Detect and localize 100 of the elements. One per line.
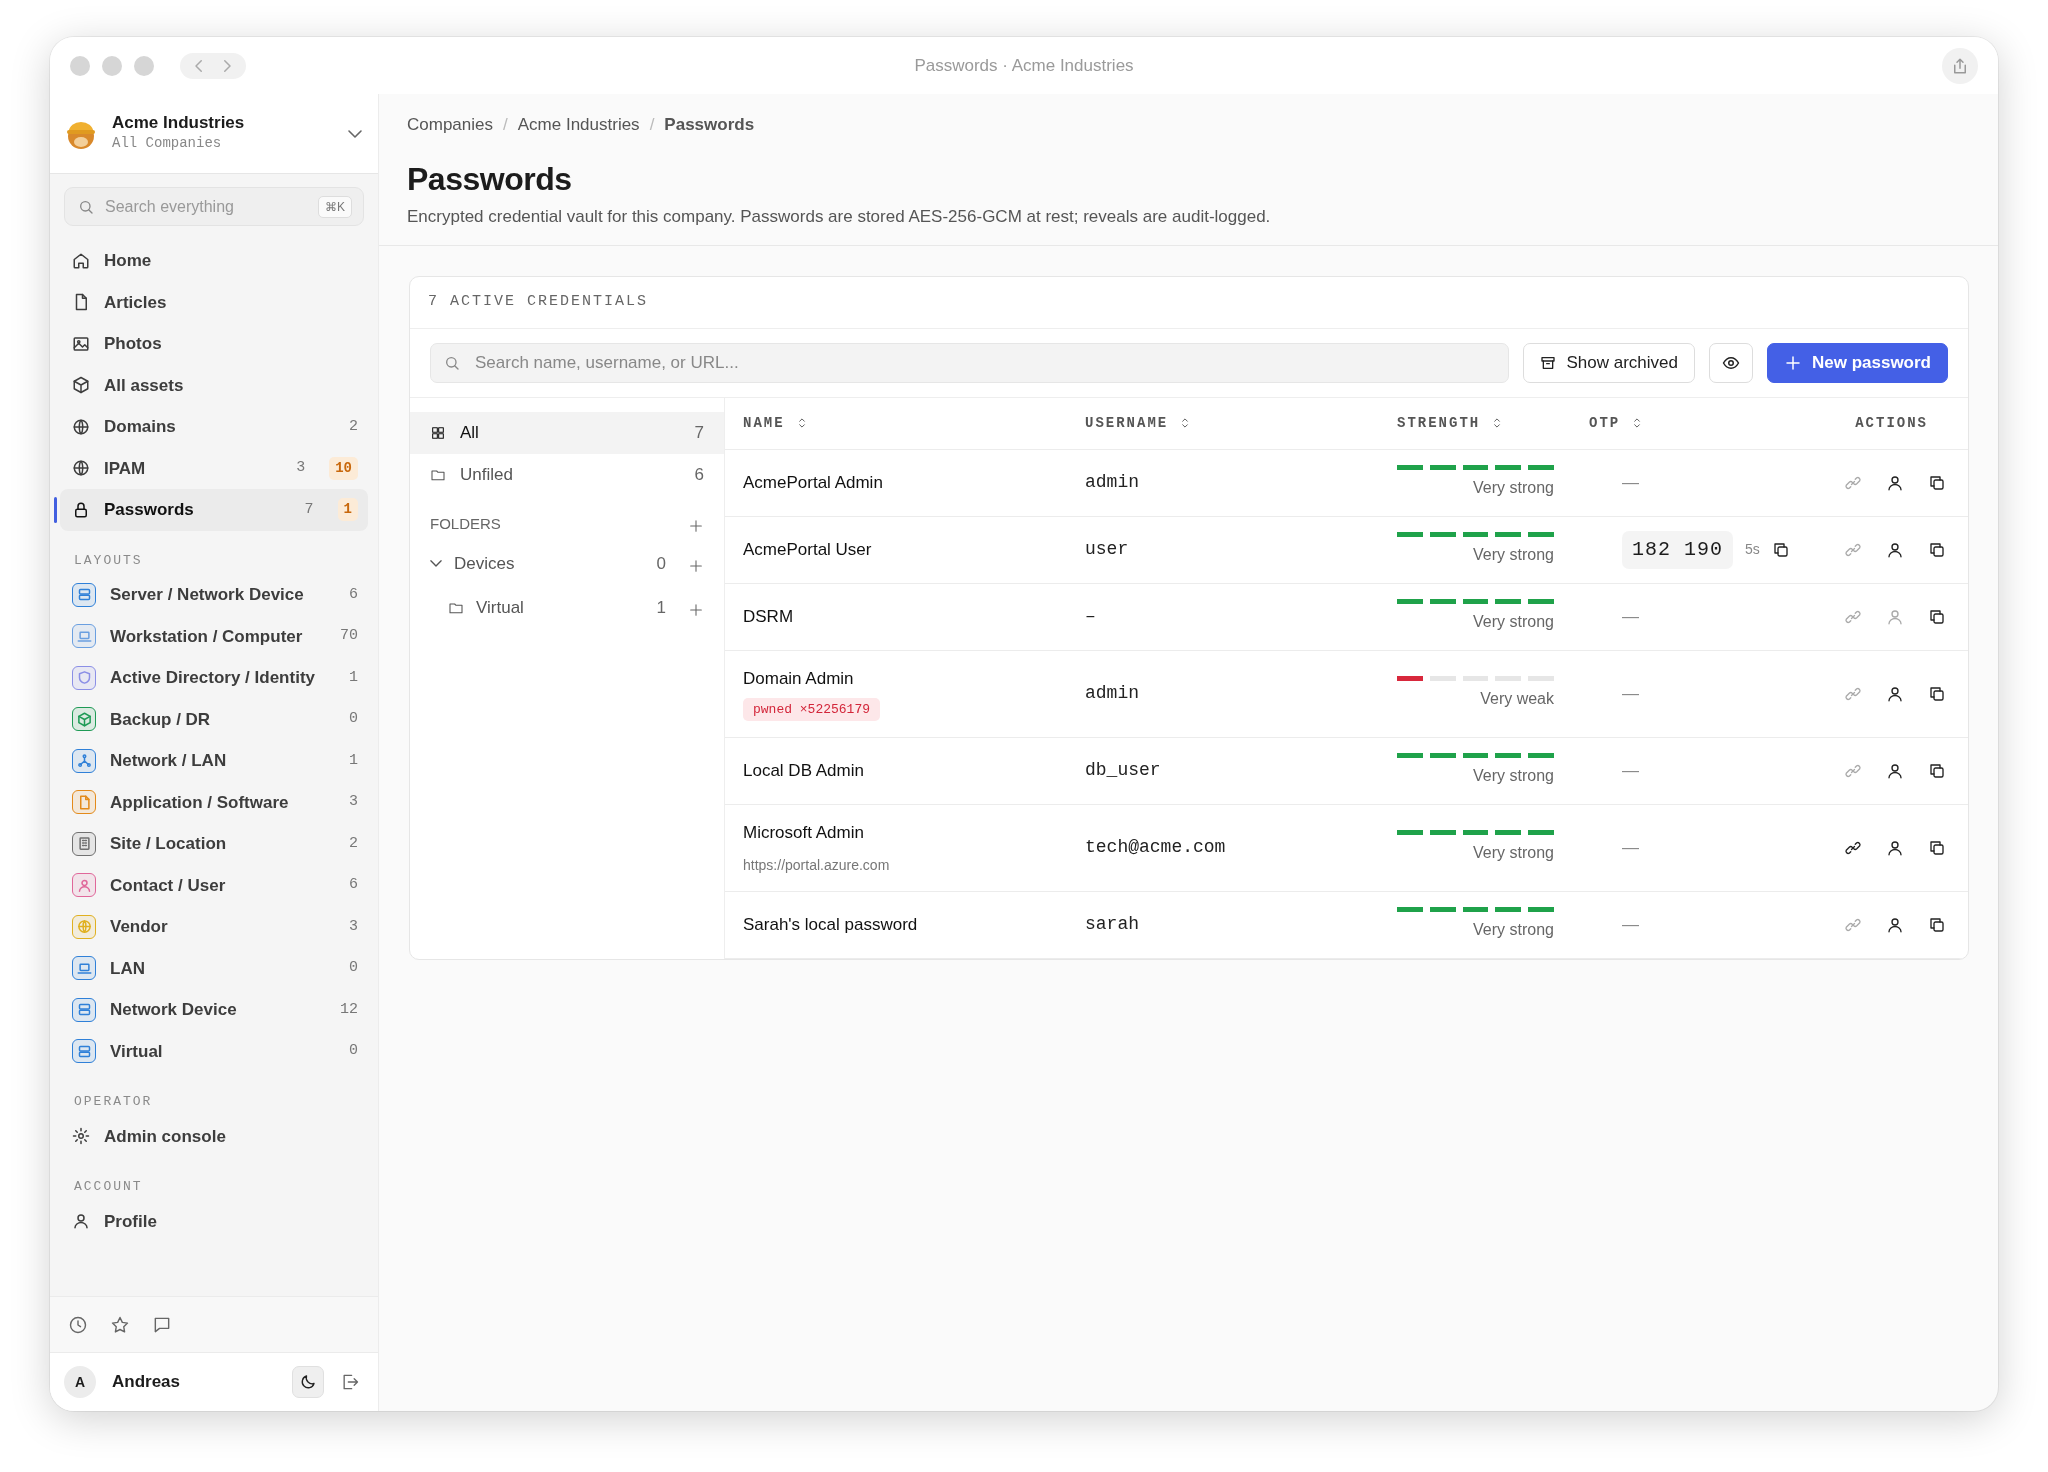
copy-action-button[interactable]	[1928, 607, 1946, 626]
nav-item[interactable]: Domains 2	[60, 406, 368, 448]
copy-action-button[interactable]	[1928, 684, 1946, 703]
user-action-button[interactable]	[1886, 838, 1904, 857]
breadcrumb-link[interactable]: Acme Industries	[517, 112, 640, 138]
username-text: db_user	[1085, 760, 1161, 781]
folder-item[interactable]: Virtual 1	[410, 585, 724, 630]
item-count: 3	[296, 458, 306, 478]
clock-icon	[68, 1314, 88, 1335]
copy-icon	[1928, 540, 1946, 559]
user-action-button[interactable]	[1886, 540, 1904, 559]
item-count: 0	[349, 1041, 358, 1061]
company-subtitle: All Companies	[112, 134, 223, 154]
folder-count: 1	[656, 597, 666, 620]
nav-item[interactable]: Articles	[60, 281, 368, 323]
user-icon	[1886, 607, 1904, 626]
otp-code: 182 190	[1622, 530, 1733, 569]
theme-toggle-button[interactable]	[292, 1366, 324, 1398]
layout-item[interactable]: Server / Network Device 6	[60, 574, 368, 616]
username-text: sarah	[1085, 914, 1139, 935]
column-header[interactable]: USERNAME	[1085, 412, 1169, 434]
user-action-button[interactable]	[1886, 473, 1904, 492]
nav-item[interactable]: Photos	[60, 323, 368, 365]
item-count: 1	[349, 667, 358, 688]
username-text: admin	[1085, 472, 1139, 493]
layout-item[interactable]: Network / LAN 1	[60, 740, 368, 782]
copy-icon	[1928, 473, 1946, 492]
layout-item[interactable]: Contact / User 6	[60, 864, 368, 906]
archive-icon	[1540, 354, 1557, 371]
show-archived-button[interactable]: Show archived	[1523, 342, 1695, 383]
share-icon	[1951, 56, 1969, 75]
item-count: 3	[349, 916, 358, 937]
item-count: 6	[349, 875, 358, 895]
layout-item[interactable]: LAN 0	[60, 947, 368, 989]
alert-count: 1	[337, 498, 358, 522]
strength-label: Very weak	[1479, 689, 1554, 710]
share-button[interactable]	[1942, 47, 1978, 84]
column-header[interactable]: OTP	[1589, 412, 1621, 434]
folder-item[interactable]: Unfiled 6	[410, 453, 724, 496]
strength-label: Very strong	[1472, 612, 1554, 633]
copy-otp-button[interactable]	[1771, 540, 1790, 559]
user-action-button[interactable]	[1886, 761, 1904, 780]
layout-item[interactable]: Backup / DR 0	[60, 698, 368, 740]
copy-action-button[interactable]	[1928, 838, 1946, 857]
breadcrumb-link[interactable]: Companies	[407, 112, 493, 138]
empty-otp: —	[1622, 606, 1639, 629]
layout-item[interactable]: Active Directory / Identity 1	[60, 657, 368, 699]
layout-item[interactable]: Site / Location 2	[60, 823, 368, 865]
plus-icon	[688, 601, 704, 618]
layout-item[interactable]: Application / Software 3	[60, 781, 368, 823]
username-text: –	[1085, 606, 1096, 627]
username-text: tech@acme.com	[1085, 837, 1226, 858]
copy-icon	[1928, 838, 1946, 857]
plus-icon	[1783, 353, 1802, 372]
search-field[interactable]: Search name, username, or URL...	[430, 342, 1510, 383]
window-title: Passwords · Acme Industries	[914, 55, 1134, 75]
history-button[interactable]	[68, 1314, 88, 1335]
credential-name[interactable]: Microsoft Admin	[743, 819, 1085, 846]
user-action-button[interactable]	[1886, 915, 1904, 934]
star-icon	[110, 1314, 130, 1335]
copy-action-button[interactable]	[1928, 473, 1946, 492]
credential-name[interactable]: DSRM	[743, 604, 1085, 630]
layout-item[interactable]: Vendor 3	[60, 906, 368, 948]
column-header[interactable]: STRENGTH	[1397, 412, 1481, 434]
nav-item[interactable]: Admin console	[60, 1115, 368, 1157]
nav-icon	[72, 500, 90, 519]
user-icon	[1886, 473, 1904, 492]
company-switcher-button[interactable]	[348, 129, 362, 138]
copy-action-button[interactable]	[1928, 540, 1946, 559]
user-icon	[1886, 915, 1904, 934]
nav-item[interactable]: IPAM 3 10	[60, 447, 368, 489]
layout-item[interactable]: Virtual 0	[60, 1030, 368, 1072]
credential-name[interactable]: Sarah's local password	[743, 912, 1085, 938]
breadcrumb-link[interactable]: Passwords	[664, 112, 755, 138]
reveal-button[interactable]	[1708, 342, 1753, 383]
copy-action-button[interactable]	[1928, 915, 1946, 934]
item-count: 0	[349, 709, 358, 729]
credential-url: https://portal.azure.com	[743, 856, 891, 876]
item-count: 3	[349, 792, 358, 812]
credential-name[interactable]: AcmePortal User	[743, 537, 1085, 563]
column-header[interactable]: NAME	[743, 412, 785, 434]
nav-item[interactable]: Home	[60, 240, 368, 282]
user-icon	[1886, 684, 1904, 703]
nav-item[interactable]: Profile	[60, 1200, 368, 1242]
copy-action-button[interactable]	[1928, 761, 1946, 780]
new-password-button[interactable]: New password	[1766, 342, 1948, 383]
favorites-button[interactable]	[110, 1314, 130, 1335]
user-action-button[interactable]	[1886, 684, 1904, 703]
item-count: 70	[340, 626, 358, 646]
folder-item[interactable]: All 7	[410, 411, 724, 454]
folder-item[interactable]: Devices 0	[410, 541, 724, 586]
item-count: 2	[349, 416, 358, 437]
credential-name[interactable]: Domain Admin	[743, 666, 1085, 692]
chevron-icon	[348, 129, 362, 138]
nav-item[interactable]: All assets	[60, 364, 368, 406]
credential-name[interactable]: AcmePortal Admin	[743, 470, 1085, 496]
layout-item[interactable]: Workstation / Computer 70	[60, 615, 368, 657]
credential-name[interactable]: Local DB Admin	[743, 758, 1085, 784]
empty-otp: —	[1622, 760, 1639, 783]
layout-item[interactable]: Network Device 12	[60, 989, 368, 1031]
